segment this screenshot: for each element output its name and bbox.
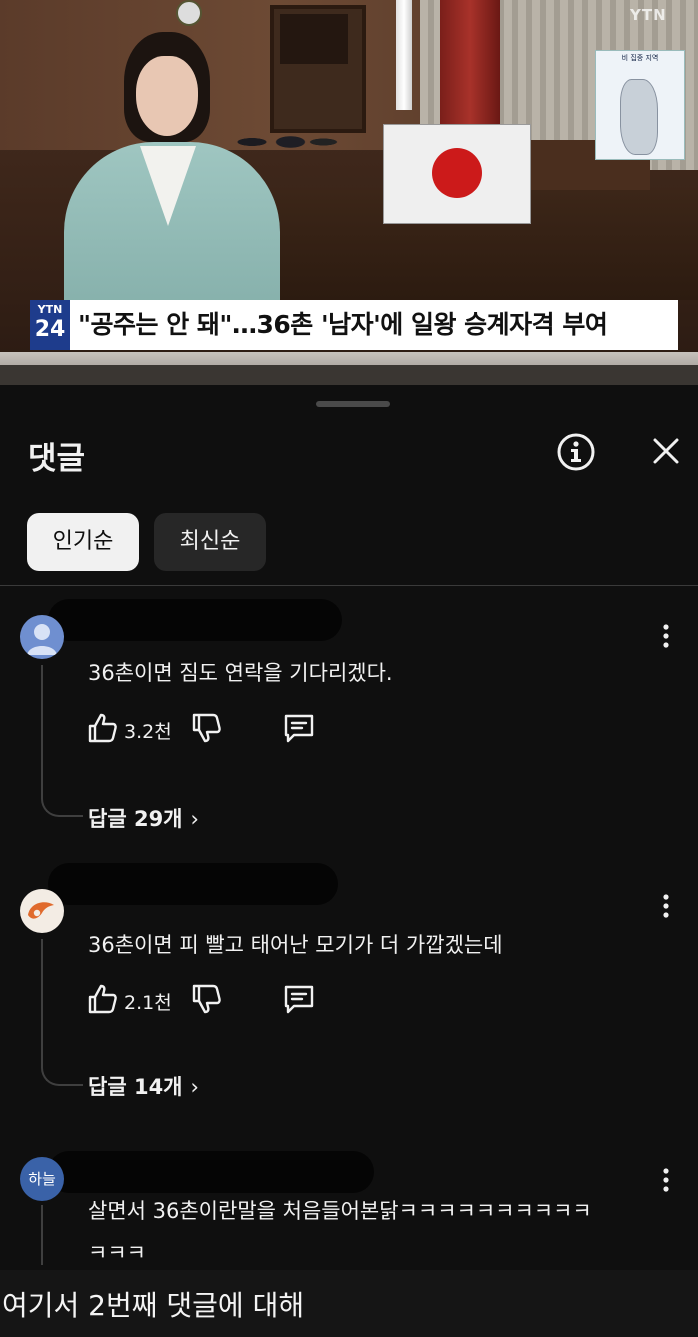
news-anchor-face [136, 56, 198, 136]
ytn-watermark: YTN [630, 6, 667, 24]
comments-title: 댓글 [28, 441, 86, 477]
thread-line [41, 1205, 83, 1265]
redacted-username [48, 1151, 374, 1193]
redacted-username [48, 863, 338, 905]
panel-divider [0, 585, 698, 586]
news-desk-front [0, 365, 698, 385]
wall-clock [176, 0, 202, 26]
thumbs-up-icon[interactable] [86, 982, 120, 1016]
ytn24-badge: YTN 24 [30, 300, 70, 350]
replies-count: 답글 29개 [88, 807, 183, 831]
video-player[interactable]: 비 집중 지역 YTN YTN 24 "공주는 안 돼"…36촌 '남자'에 일… [0, 0, 698, 385]
thumbs-down-icon[interactable] [190, 711, 224, 745]
thread-line [41, 665, 83, 817]
weather-map-title: 비 집중 지역 [621, 54, 659, 62]
replies-toggle[interactable]: 답글 14개 › [88, 1071, 199, 1101]
default-user-icon[interactable] [20, 615, 64, 659]
chevron-right-icon: › [190, 807, 199, 831]
comment-text: 36촌이면 짐도 연락을 기다리겠다. [88, 661, 393, 685]
drag-handle[interactable] [316, 401, 390, 407]
more-options-icon[interactable] [656, 891, 676, 921]
comment-text: 살면서 36촌이란말을 처음들어본닭ㅋㅋㅋㅋㅋㅋㅋㅋㅋㅋ [88, 1199, 592, 1223]
orange-logo-avatar[interactable] [20, 889, 64, 933]
image-caption: 여기서 2번째 댓글에 대해 [2, 1289, 305, 1322]
flag-pole [396, 0, 412, 110]
reply-comment-icon[interactable] [282, 711, 316, 745]
more-options-icon[interactable] [656, 1165, 676, 1195]
ytn24-badge-top: YTN [37, 303, 63, 316]
video-people [230, 118, 340, 158]
replies-toggle[interactable]: 답글 29개 › [88, 803, 199, 833]
comment-text: 36촌이면 피 빨고 태어난 모기가 더 가깝겠는데 [88, 933, 503, 957]
like-count: 2.1천 [124, 992, 172, 1014]
chevron-right-icon: › [190, 1075, 199, 1099]
sort-tab-newest[interactable]: 최신순 [154, 513, 266, 571]
thread-line [41, 939, 83, 1086]
sort-tab-popular[interactable]: 인기순 [27, 513, 139, 571]
weather-map-inset: 비 집중 지역 [595, 50, 685, 160]
korea-map-shape [620, 79, 658, 155]
thumbs-down-icon[interactable] [190, 982, 224, 1016]
comment-actions: 3.2천 [86, 711, 346, 747]
comment-actions: 2.1천 [86, 982, 346, 1018]
info-icon[interactable] [556, 432, 596, 472]
comments-panel: 댓글 인기순 최신순 36촌이면 짐도 연락을 기다리겠다. 3.2천 답글 2… [0, 385, 698, 1270]
news-headline-bar: YTN 24 "공주는 안 돼"…36촌 '남자'에 일왕 승계자격 부여 [30, 300, 678, 350]
video-door-panel [280, 14, 348, 64]
more-options-icon[interactable] [656, 621, 676, 651]
ytn24-badge-bottom: 24 [34, 317, 66, 342]
like-count: 3.2천 [124, 721, 172, 743]
japan-flag-sun [432, 148, 482, 198]
reply-comment-icon[interactable] [282, 982, 316, 1016]
thumbs-up-icon[interactable] [86, 711, 120, 745]
caption-bar: 여기서 2번째 댓글에 대해 [0, 1270, 698, 1337]
close-icon[interactable] [648, 433, 684, 469]
comment-text-continued: ㅋㅋㅋ [88, 1241, 146, 1265]
news-headline: "공주는 안 돼"…36촌 '남자'에 일왕 승계자격 부여 [78, 310, 608, 339]
user-avatar[interactable]: 하늘 [20, 1157, 64, 1201]
redacted-username [48, 599, 342, 641]
replies-count: 답글 14개 [88, 1075, 183, 1099]
